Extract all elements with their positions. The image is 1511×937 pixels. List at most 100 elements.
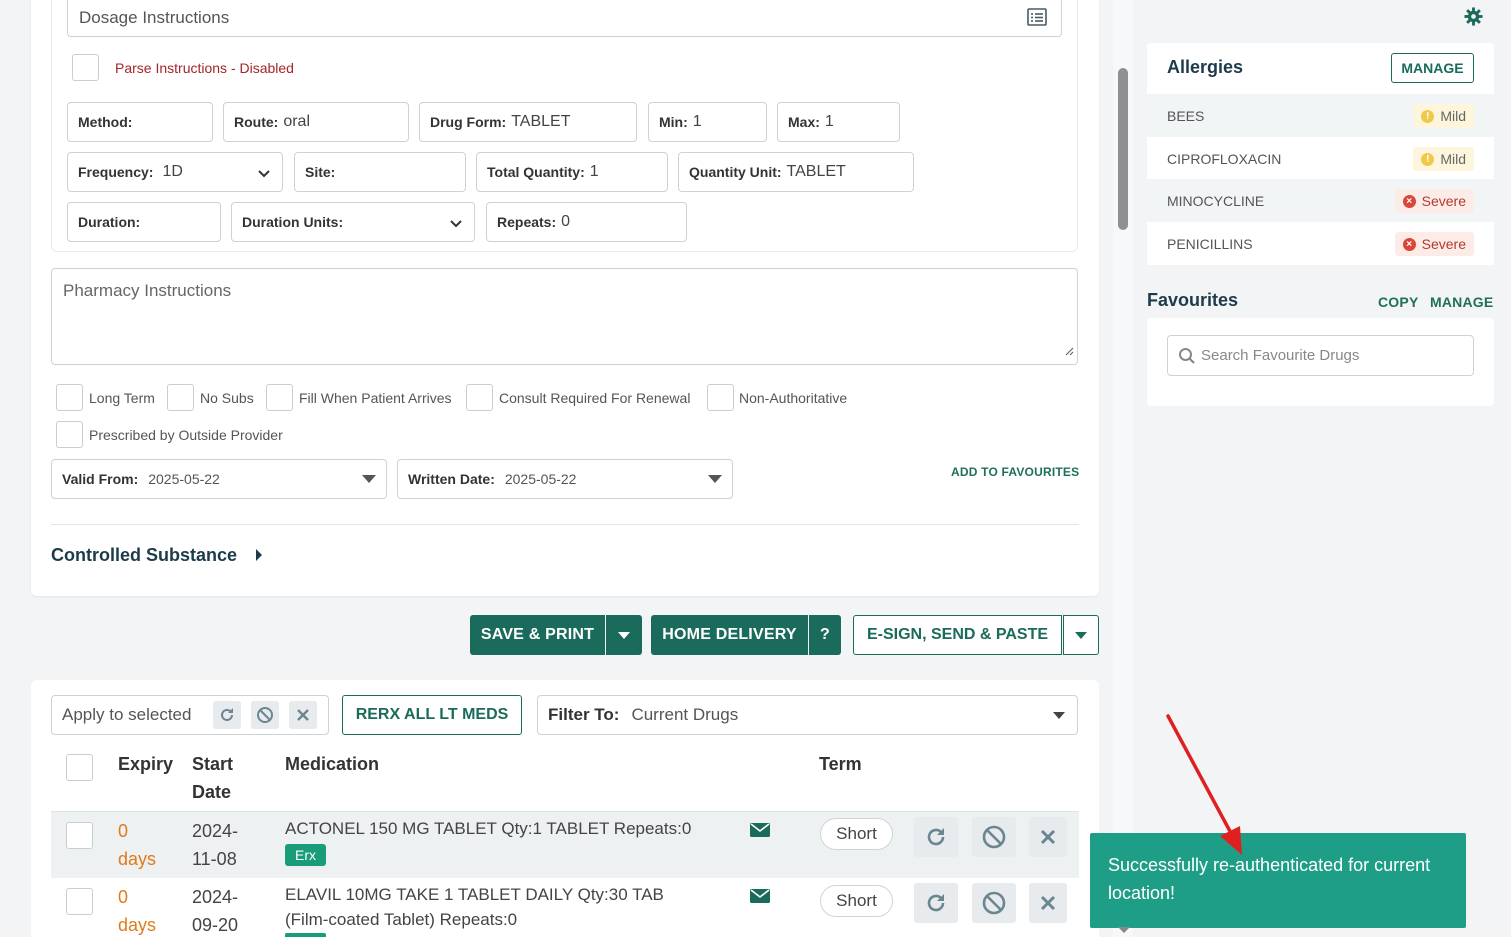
- column-header-medication[interactable]: Medication: [285, 750, 379, 778]
- valid-from-label: Valid From:: [62, 471, 139, 487]
- caret-right-icon[interactable]: [256, 549, 262, 561]
- severity-label: Severe: [1421, 236, 1466, 252]
- no-subs-label: No Subs: [200, 390, 254, 406]
- discontinue-button[interactable]: [972, 883, 1016, 923]
- min-field[interactable]: Min: 1: [648, 102, 767, 142]
- long-term-checkbox[interactable]: [56, 384, 83, 411]
- severity-label: Mild: [1440, 108, 1466, 124]
- bulk-delete-button[interactable]: [289, 701, 317, 729]
- fill-when-arrives-checkbox[interactable]: [266, 384, 293, 411]
- renew-button[interactable]: [914, 817, 958, 857]
- outside-provider-checkbox[interactable]: [56, 421, 83, 448]
- gear-icon[interactable]: [1464, 7, 1483, 31]
- esign-dropdown-button[interactable]: [1063, 615, 1099, 655]
- medication-name[interactable]: ELAVIL 10MG TAKE 1 TABLET DAILY Qty:30 T…: [285, 881, 664, 909]
- delete-button[interactable]: [1029, 883, 1067, 923]
- valid-from-date-picker[interactable]: Valid From: 2025-05-22: [51, 459, 387, 499]
- consult-required-checkbox[interactable]: [466, 384, 493, 411]
- favourites-copy-link[interactable]: COPY: [1378, 294, 1418, 310]
- allergy-row[interactable]: CIPROFLOXACIN ! Mild: [1147, 137, 1494, 180]
- parse-instructions-label: Parse Instructions - Disabled: [115, 60, 294, 76]
- column-header-start-date[interactable]: Start: [192, 750, 233, 778]
- duration-units-select[interactable]: Duration Units:: [231, 202, 475, 242]
- envelope-icon[interactable]: [750, 823, 770, 842]
- total-quantity-field[interactable]: Total Quantity: 1: [476, 152, 668, 192]
- save-print-button[interactable]: SAVE & PRINT: [470, 615, 605, 655]
- route-field[interactable]: Route: oral: [223, 102, 409, 142]
- favourite-drugs-search-input[interactable]: Search Favourite Drugs: [1167, 335, 1474, 376]
- caret-down-icon: [1075, 631, 1087, 639]
- success-toast[interactable]: Successfully re-authenticated for curren…: [1090, 833, 1466, 928]
- allergy-name: CIPROFLOXACIN: [1167, 151, 1282, 167]
- warning-icon: !: [1421, 109, 1435, 123]
- duration-field[interactable]: Duration:: [67, 202, 221, 242]
- error-icon: ×: [1402, 237, 1416, 251]
- min-value: 1: [692, 113, 702, 130]
- bulk-renew-button[interactable]: [213, 701, 241, 729]
- controlled-substance-toggle[interactable]: Controlled Substance: [51, 545, 237, 566]
- scrollbar-thumb[interactable]: [1118, 68, 1128, 230]
- site-label: Site:: [305, 164, 336, 180]
- column-header-term[interactable]: Term: [819, 750, 862, 778]
- frequency-select[interactable]: Frequency: 1D: [67, 152, 283, 192]
- row-checkbox[interactable]: [66, 888, 93, 915]
- list-icon[interactable]: [1027, 8, 1047, 31]
- expiry-unit: days: [118, 849, 157, 869]
- ban-icon: [982, 825, 1006, 849]
- no-subs-checkbox[interactable]: [167, 384, 194, 411]
- max-field[interactable]: Max: 1: [777, 102, 900, 142]
- medication-name[interactable]: ACTONEL 150 MG TABLET Qty:1 TABLET Repea…: [285, 815, 691, 843]
- allergies-manage-button[interactable]: MANAGE: [1391, 53, 1474, 83]
- severity-badge: × Severe: [1394, 189, 1474, 213]
- esign-send-paste-button[interactable]: E-SIGN, SEND & PASTE: [853, 615, 1062, 655]
- annotation-arrow-icon: [1166, 714, 1242, 855]
- written-date-picker[interactable]: Written Date: 2025-05-22: [397, 459, 733, 499]
- duration-label: Duration:: [78, 214, 141, 230]
- filter-select[interactable]: Filter To: Current Drugs: [537, 695, 1078, 735]
- home-delivery-button[interactable]: HOME DELIVERY: [651, 615, 808, 655]
- site-field[interactable]: Site:: [294, 152, 466, 192]
- envelope-icon[interactable]: [750, 889, 770, 908]
- drug-form-field[interactable]: Drug Form: TABLET: [419, 102, 637, 142]
- term-pill: Short: [820, 818, 893, 850]
- drug-form-value: TABLET: [511, 113, 571, 130]
- severity-badge: × Severe: [1394, 232, 1474, 256]
- quantity-unit-field[interactable]: Quantity Unit: TABLET: [678, 152, 914, 192]
- repeats-field[interactable]: Repeats: 0: [486, 202, 687, 242]
- renew-button[interactable]: [914, 883, 958, 923]
- chevron-down-icon: [258, 166, 270, 182]
- favourites-manage-link[interactable]: MANAGE: [1430, 294, 1493, 310]
- dosage-instructions-input[interactable]: Dosage Instructions: [67, 0, 1062, 37]
- allergy-row[interactable]: BEES ! Mild: [1147, 94, 1494, 137]
- add-to-favourites-link[interactable]: ADD TO FAVOURITES: [951, 465, 1079, 479]
- close-icon: [297, 709, 309, 721]
- allergy-row[interactable]: MINOCYCLINE × Severe: [1147, 179, 1494, 222]
- duration-units-label: Duration Units:: [242, 214, 344, 230]
- allergy-row[interactable]: PENICILLINS × Severe: [1147, 222, 1494, 265]
- refresh-icon: [927, 828, 945, 846]
- written-date-value: 2025-05-22: [504, 471, 577, 487]
- error-icon: ×: [1402, 194, 1416, 208]
- home-delivery-help-button[interactable]: ?: [809, 615, 841, 655]
- resize-handle-icon[interactable]: [1064, 343, 1074, 361]
- divider: [51, 524, 1079, 525]
- pharmacy-instructions-textarea[interactable]: Pharmacy Instructions: [51, 268, 1078, 365]
- apply-to-selected-label: Apply to selected: [62, 705, 192, 724]
- rerx-all-lt-meds-button[interactable]: RERX ALL LT MEDS: [342, 695, 522, 735]
- delete-button[interactable]: [1029, 817, 1067, 857]
- non-authoritative-checkbox[interactable]: [707, 384, 734, 411]
- parse-instructions-checkbox[interactable]: [72, 54, 99, 81]
- start-date-line1: 2024-: [192, 821, 239, 841]
- discontinue-button[interactable]: [972, 817, 1016, 857]
- row-checkbox[interactable]: [66, 822, 93, 849]
- route-label: Route:: [234, 114, 279, 130]
- severity-label: Mild: [1440, 151, 1466, 167]
- select-all-checkbox[interactable]: [66, 754, 93, 781]
- frequency-value: 1D: [162, 163, 183, 180]
- column-header-expiry[interactable]: Expiry: [118, 750, 173, 778]
- refresh-icon: [221, 708, 233, 721]
- toast-pointer: [1118, 927, 1130, 933]
- bulk-discontinue-button[interactable]: [251, 701, 279, 729]
- method-field[interactable]: Method:: [67, 102, 213, 142]
- save-print-dropdown-button[interactable]: [606, 615, 642, 655]
